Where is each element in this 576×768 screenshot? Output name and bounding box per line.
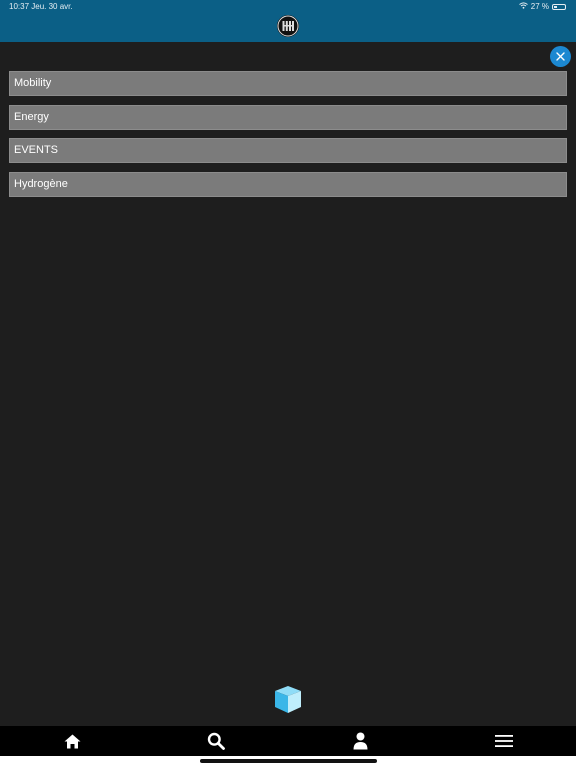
brand-logo-icon[interactable] <box>277 15 299 37</box>
menu-item-label: EVENTS <box>14 144 59 157</box>
home-indicator[interactable] <box>200 759 377 763</box>
hamburger-menu-icon <box>495 735 513 747</box>
app-screen: 10:37 Jeu. 30 avr. 27 % Mobility Energy … <box>0 0 576 768</box>
menu-item-label: Energy <box>14 110 49 123</box>
cube-icon[interactable] <box>272 684 304 716</box>
category-menu-list: Mobility Energy EVENTS Hydrogène <box>9 71 567 206</box>
nav-home-button[interactable] <box>52 726 92 756</box>
search-icon <box>207 732 225 750</box>
close-icon <box>556 52 565 61</box>
home-indicator-area <box>0 756 576 768</box>
status-time-date: 10:37 Jeu. 30 avr. <box>9 2 73 11</box>
status-indicators: 27 % <box>518 2 566 11</box>
home-icon <box>64 734 80 748</box>
nav-search-button[interactable] <box>196 726 236 756</box>
menu-item-label: Mobility <box>14 77 52 89</box>
battery-icon <box>552 3 566 10</box>
menu-item-mobility[interactable]: Mobility <box>9 71 567 96</box>
menu-item-hydrogene[interactable]: Hydrogène <box>9 172 567 198</box>
top-header: 10:37 Jeu. 30 avr. 27 % <box>0 0 576 42</box>
user-icon <box>353 732 367 750</box>
nav-menu-button[interactable] <box>484 726 524 756</box>
close-button[interactable] <box>550 46 571 67</box>
battery-percent: 27 % <box>530 2 549 11</box>
nav-profile-button[interactable] <box>340 726 380 756</box>
bottom-navigation-bar <box>0 726 576 756</box>
menu-item-energy[interactable]: Energy <box>9 104 567 130</box>
menu-item-label: Hydrogène <box>14 178 68 191</box>
wifi-icon <box>518 2 528 11</box>
menu-item-events[interactable]: EVENTS <box>9 138 567 164</box>
